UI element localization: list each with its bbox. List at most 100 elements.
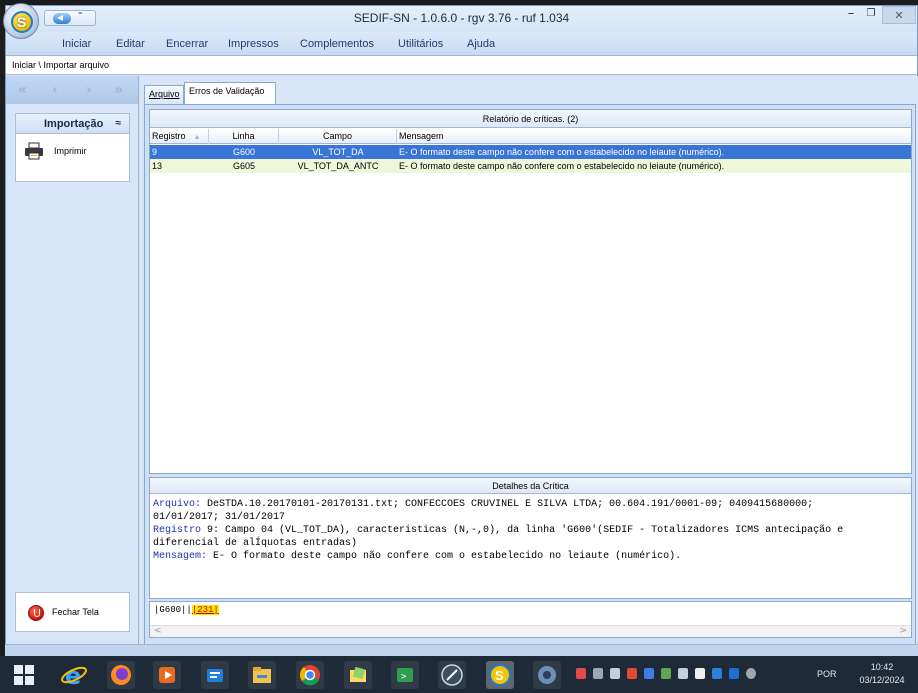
collapse-chevron-icon[interactable]: ≈ [116,118,122,129]
table-row[interactable]: 9 G600 VL_TOT_DA E- O formato deste camp… [150,145,911,159]
tab-erros-de-validacao[interactable]: Erros de Validação [184,82,276,105]
svg-text:>: > [401,672,407,682]
close-window-button[interactable]: ✕ [882,6,916,24]
raw-line-prefix: |G600|| [154,605,192,615]
clock-date[interactable]: 03/12/2024 [852,675,912,685]
main-area: Arquivo Erros de Validação Relatório de … [140,76,918,649]
report-title: Relatório de críticas. (2) [150,110,911,128]
tray-volume-icon[interactable] [610,668,620,679]
registro-value: 9: Campo 04 (VL_TOT_DA), caracteristicas… [201,525,844,536]
minimize-button[interactable]: – [842,7,860,22]
tray-si-icon[interactable] [729,668,739,679]
print-label: Imprimir [54,146,87,156]
column-header-campo[interactable]: Campo [279,129,397,144]
tab-arquivo[interactable]: Arquivo [144,85,184,104]
status-bar [5,644,918,656]
column-header-registro[interactable]: Registro ▲ [150,129,209,144]
report-grid: Relatório de críticas. (2) Registro ▲ Lin… [149,109,913,474]
terminal-icon[interactable]: > [391,661,419,689]
sidebar: Importação ≈ Imprimir Fechar Tela [6,104,139,649]
menu-encerrar[interactable]: Encerrar [166,38,208,50]
tray-drive-icon[interactable] [712,668,722,679]
tray-record-icon[interactable] [576,668,586,679]
sedif-taskbar-icon[interactable]: S [486,661,514,689]
app-menu-button[interactable] [3,3,39,39]
column-header-linha[interactable]: Linha [209,129,279,144]
menu-iniciar[interactable]: Iniciar [62,38,91,50]
close-screen-label: Fechar Tela [52,607,99,617]
close-screen-button[interactable]: Fechar Tela [15,592,130,632]
arquivo-value: DeSTDA.10.20170101-20170131.txt; CONFECC… [201,499,814,510]
file-explorer-icon[interactable] [248,661,276,689]
title-bar: ⁼ SEDIF-SN - 1.0.6.0 - rgv 3.76 - ruf 1.… [6,6,917,32]
menu-utilitarios[interactable]: Utilitários [398,38,443,50]
details-title: Detalhes da Crítica [150,478,911,494]
arquivo-value-cont: 01/01/2017; 31/01/2017 [153,512,286,523]
menu-complementos[interactable]: Complementos [300,38,374,50]
import-group-title: Importação [44,118,104,130]
language-indicator[interactable]: POR [817,669,837,679]
tab-panel: Relatório de críticas. (2) Registro ▲ Lin… [144,104,916,649]
feather-app-icon[interactable] [438,661,466,689]
tray-network-icon[interactable] [678,668,688,679]
cell-linha: G600 [232,147,256,157]
tray-flag-icon[interactable] [593,668,603,679]
import-group-header[interactable]: Importação ≈ [16,114,129,134]
tray-shield-icon[interactable] [661,668,671,679]
menu-ajuda[interactable]: Ajuda [467,38,495,50]
first-arrow-icon[interactable]: « [18,82,27,98]
registro-value-cont: diferencial de alÍquotas entradas) [153,538,358,549]
print-button[interactable]: Imprimir [24,142,119,162]
tray-v-icon[interactable] [695,668,705,679]
settings-gear-icon[interactable] [533,661,561,689]
menu-editar[interactable]: Editar [116,38,145,50]
screen: ⁼ SEDIF-SN - 1.0.6.0 - rgv 3.76 - ruf 1.… [0,0,918,693]
cell-registro: 13 [152,161,163,171]
cell-mensagem: E- O formato deste campo não confere com… [399,161,725,171]
scroll-left-icon[interactable]: < [154,626,162,636]
navigation-arrows: « ‹ › » [6,76,139,104]
raw-line-text: |G600|||231| [154,605,219,615]
horizontal-scrollbar[interactable]: < > [150,625,911,637]
grid-header: Registro ▲ Linha Campo Mensagem [150,129,913,144]
cell-mensagem: E- O formato deste campo não confere com… [399,147,725,157]
tab-arquivo-label: Arquivo [149,89,180,99]
scroll-right-icon[interactable]: > [899,626,907,636]
cell-campo: VL_TOT_DA [312,147,364,157]
internet-explorer-icon[interactable]: e [60,661,88,690]
printer-icon [25,142,43,160]
notes-icon[interactable] [201,661,229,689]
sedif-logo-icon [11,11,33,33]
details-panel: Detalhes da Crítica Arquivo: DeSTDA.10.2… [149,477,912,599]
column-header-mensagem[interactable]: Mensagem [397,129,913,144]
power-icon [28,605,44,621]
raw-line-viewer[interactable]: |G600|||231| < > [149,601,912,638]
svg-text:e: e [65,662,81,689]
details-text[interactable]: Arquivo: DeSTDA.10.20170101-20170131.txt… [150,494,911,567]
window-title: SEDIF-SN - 1.0.6.0 - rgv 3.76 - ruf 1.03… [353,11,570,25]
media-player-icon[interactable] [153,661,181,689]
column-registro-label: Registro [152,131,186,141]
firefox-icon[interactable] [107,661,135,689]
clock-time[interactable]: 10:42 [852,662,912,672]
last-arrow-icon[interactable]: » [114,82,123,98]
tray-steam-icon[interactable] [746,668,756,679]
prev-arrow-icon[interactable]: ‹ [52,82,58,98]
import-group: Importação ≈ Imprimir [15,113,130,182]
table-row[interactable]: 13 G605 VL_TOT_DA_ANTC E- O formato dest… [150,159,911,173]
app-folder-icon[interactable] [344,661,372,689]
tray-sync-icon[interactable] [644,668,654,679]
tray-app-icon[interactable] [627,668,637,679]
next-arrow-icon[interactable]: › [86,82,92,98]
taskbar: e > S POR 10:42 03/12/2024 [0,656,918,693]
cell-linha: G605 [232,161,256,171]
tab-erros-label: Erros de Validação [189,86,265,96]
mensagem-label: Mensagem: [153,551,208,562]
chrome-icon[interactable] [296,661,324,689]
cell-campo: VL_TOT_DA_ANTC [297,161,379,171]
arquivo-label: Arquivo: [153,499,202,510]
restore-button[interactable]: ❐ [862,8,880,22]
menu-impressos[interactable]: Impressos [228,38,279,50]
raw-line-highlight: |231| [191,605,219,615]
windows-start-icon[interactable] [14,665,34,685]
